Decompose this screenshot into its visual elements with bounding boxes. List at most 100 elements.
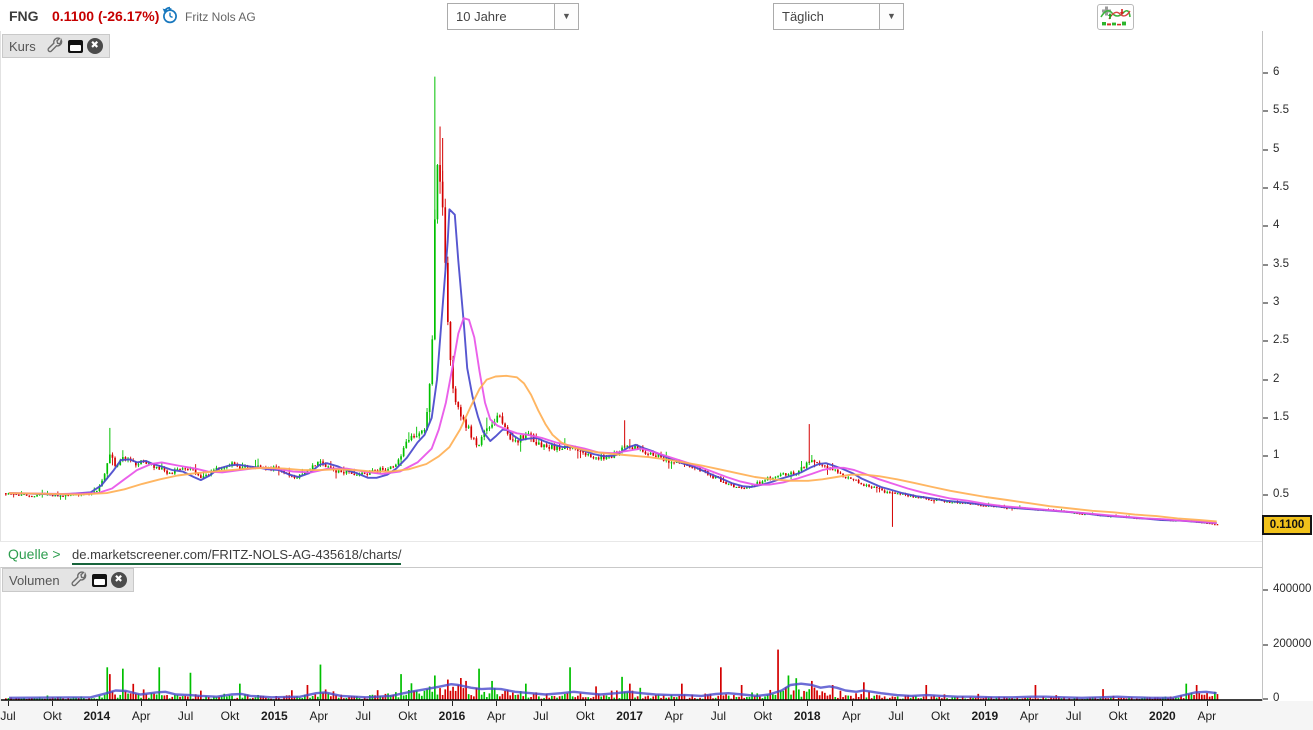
x-axis-label: Apr bbox=[842, 709, 861, 723]
y-axis-tick bbox=[1263, 225, 1268, 227]
y-axis-tick-label: 0.5 bbox=[1273, 488, 1289, 500]
x-axis-tick bbox=[97, 701, 98, 706]
wrench-icon[interactable] bbox=[46, 37, 64, 55]
chart-application: FNG 0.1100 (-26.17%) Fritz Nols AG 10 Ja… bbox=[0, 0, 1313, 730]
range-select[interactable]: 10 Jahre ▼ bbox=[447, 3, 579, 30]
last-price-change: 0.1100 (-26.17%) bbox=[52, 8, 159, 24]
interval-select[interactable]: Täglich ▼ bbox=[773, 3, 904, 30]
y-axis-tick bbox=[1263, 644, 1268, 646]
x-axis-tick bbox=[8, 701, 9, 706]
x-axis-tick bbox=[1029, 701, 1030, 706]
y-axis-tick bbox=[1263, 264, 1268, 266]
company-name: Fritz Nols AG bbox=[185, 10, 256, 24]
chart-settings-button[interactable] bbox=[1097, 4, 1134, 30]
x-axis-tick bbox=[141, 701, 142, 706]
x-axis-tick bbox=[630, 701, 631, 706]
close-icon[interactable]: ✖ bbox=[111, 572, 127, 588]
y-axis-tick bbox=[1263, 417, 1268, 419]
delayed-quote-clock-icon bbox=[160, 5, 180, 25]
x-axis-tick bbox=[1118, 701, 1119, 706]
y-axis-tick-label: 400000 bbox=[1273, 583, 1311, 595]
x-axis-label: 2019 bbox=[971, 709, 998, 723]
x-axis-label: 2014 bbox=[83, 709, 110, 723]
y-axis-tick-label: 1.5 bbox=[1273, 411, 1289, 423]
y-axis-tick-label: 1 bbox=[1273, 449, 1279, 461]
x-axis-tick bbox=[496, 701, 497, 706]
price-chart-panel[interactable] bbox=[0, 31, 1263, 541]
chevron-down-icon[interactable]: ▼ bbox=[879, 4, 903, 29]
x-axis-tick bbox=[1074, 701, 1075, 706]
y-axis: 65.554.543.532.521.510.504000002000000 bbox=[1262, 31, 1313, 701]
x-axis-label: Okt bbox=[931, 709, 950, 723]
x-axis-tick bbox=[363, 701, 364, 706]
window-icon[interactable] bbox=[68, 40, 83, 53]
chevron-down-icon[interactable]: ▼ bbox=[554, 4, 578, 29]
y-axis-tick bbox=[1263, 494, 1268, 496]
x-axis-label: Apr bbox=[132, 709, 151, 723]
close-icon[interactable]: ✖ bbox=[87, 38, 103, 54]
y-axis-tick bbox=[1263, 698, 1268, 700]
y-axis-tick-label: 5 bbox=[1273, 143, 1279, 155]
y-axis-tick-label: 2.5 bbox=[1273, 334, 1289, 346]
x-axis-tick bbox=[585, 701, 586, 706]
x-axis-label: Jul bbox=[0, 709, 15, 723]
x-axis-tick bbox=[763, 701, 764, 706]
x-axis-label: Apr bbox=[487, 709, 506, 723]
y-axis-tick-label: 3 bbox=[1273, 296, 1279, 308]
y-axis-tick bbox=[1263, 110, 1268, 112]
x-axis-tick bbox=[718, 701, 719, 706]
x-axis-label: 2018 bbox=[794, 709, 821, 723]
volume-chart-panel[interactable] bbox=[0, 567, 1263, 702]
wrench-icon[interactable] bbox=[70, 571, 88, 589]
ticker-symbol: FNG bbox=[9, 8, 39, 24]
window-icon[interactable] bbox=[92, 574, 107, 587]
kurs-title: Kurs bbox=[9, 39, 36, 54]
y-axis-tick-label: 4 bbox=[1273, 219, 1279, 231]
volume-chart[interactable] bbox=[1, 568, 1263, 702]
volumen-title: Volumen bbox=[9, 573, 60, 588]
x-axis-tick bbox=[452, 701, 453, 706]
interval-select-value: Täglich bbox=[782, 9, 824, 24]
x-axis-tick bbox=[319, 701, 320, 706]
x-axis-tick bbox=[896, 701, 897, 706]
chart-settings-icon bbox=[1099, 5, 1132, 27]
x-axis-label: Apr bbox=[1197, 709, 1216, 723]
x-axis-tick bbox=[807, 701, 808, 706]
source-link[interactable]: de.marketscreener.com/FRITZ-NOLS-AG-4356… bbox=[72, 547, 401, 565]
y-axis-tick bbox=[1263, 589, 1268, 591]
y-axis-tick bbox=[1263, 379, 1268, 381]
price-chart[interactable] bbox=[1, 31, 1263, 541]
x-axis-label: Apr bbox=[665, 709, 684, 723]
x-axis-label: 2017 bbox=[616, 709, 643, 723]
y-axis-tick bbox=[1263, 149, 1268, 151]
y-axis-tick bbox=[1263, 187, 1268, 189]
y-axis-tick-label: 6 bbox=[1273, 66, 1279, 78]
y-axis-tick-label: 3.5 bbox=[1273, 258, 1289, 270]
toolbar: FNG 0.1100 (-26.17%) Fritz Nols AG 10 Ja… bbox=[0, 0, 1313, 32]
x-axis-label: Okt bbox=[753, 709, 772, 723]
y-axis-tick-label: 2 bbox=[1273, 373, 1279, 385]
x-axis-label: Okt bbox=[43, 709, 62, 723]
x-axis-tick bbox=[940, 701, 941, 706]
x-axis-label: Okt bbox=[398, 709, 417, 723]
x-axis-label: Jul bbox=[888, 709, 903, 723]
x-axis-tick bbox=[541, 701, 542, 706]
x-axis-tick bbox=[1207, 701, 1208, 706]
x-axis-label: Jul bbox=[1066, 709, 1081, 723]
x-axis-tick bbox=[1162, 701, 1163, 706]
volumen-tab: Volumen ✖ bbox=[2, 568, 134, 592]
x-axis-label: Jul bbox=[711, 709, 726, 723]
x-axis-label: Okt bbox=[1109, 709, 1128, 723]
source-label: Quelle > bbox=[8, 546, 61, 562]
y-axis-tick bbox=[1263, 455, 1268, 457]
x-axis-label: 2015 bbox=[261, 709, 288, 723]
x-axis-label: Okt bbox=[576, 709, 595, 723]
source-row: Quelle > de.marketscreener.com/FRITZ-NOL… bbox=[0, 541, 1262, 568]
x-axis-label: Apr bbox=[1020, 709, 1039, 723]
kurs-tab: Kurs ✖ bbox=[2, 34, 110, 58]
x-axis-tick bbox=[230, 701, 231, 706]
x-axis-label: Jul bbox=[356, 709, 371, 723]
x-axis-tick bbox=[852, 701, 853, 706]
x-axis: JulOkt2014AprJulOkt2015AprJulOkt2016AprJ… bbox=[0, 701, 1313, 730]
y-axis-tick-label: 4.5 bbox=[1273, 181, 1289, 193]
